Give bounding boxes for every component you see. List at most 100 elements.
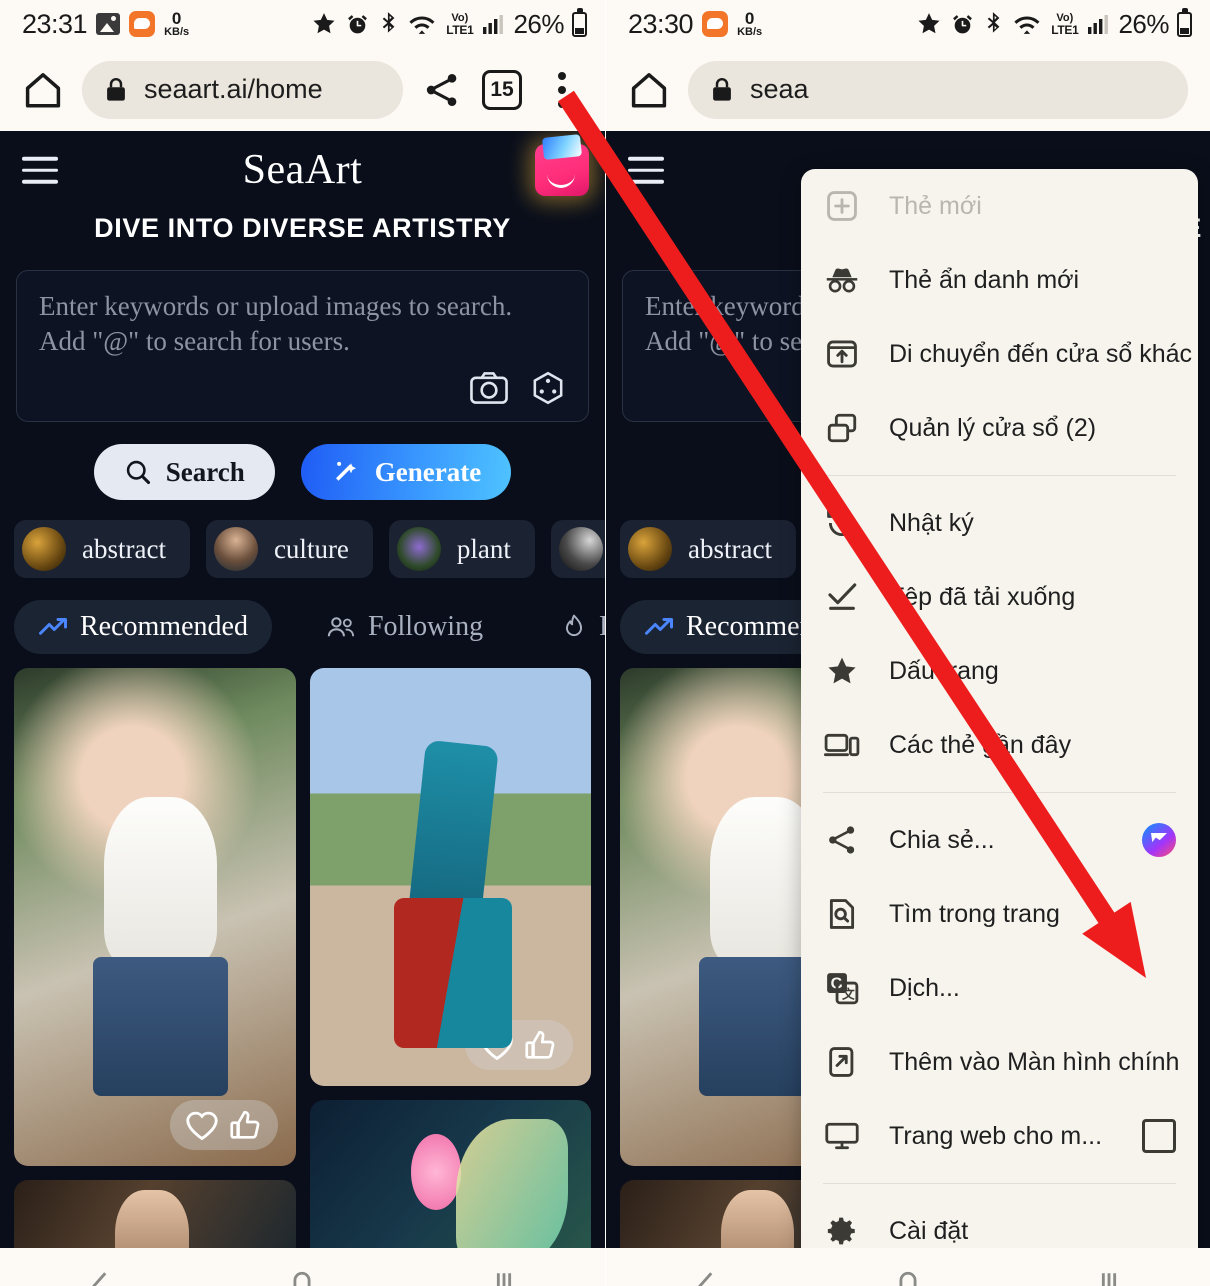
hamburger-menu-icon[interactable] [22, 156, 58, 184]
left-system-nav-bar [0, 1248, 605, 1286]
menu-item-bookmarks[interactable]: Dấu trang [801, 634, 1198, 708]
thumbs-up-icon[interactable] [523, 1028, 559, 1062]
network-speed-value: 0 [171, 9, 182, 28]
tab-recommended[interactable]: Recommended [14, 600, 272, 654]
new-tab-icon [823, 187, 861, 225]
hamburger-menu-icon[interactable] [628, 156, 664, 184]
battery-icon [1177, 7, 1192, 37]
wifi-icon [409, 16, 435, 34]
tag-chip-row[interactable]: abstract culture plant [14, 520, 605, 578]
alarm-icon [953, 14, 973, 33]
tag-chip[interactable]: abstract [620, 520, 796, 578]
feed-card[interactable] [14, 1180, 296, 1248]
tab-hot[interactable]: Hot [537, 600, 605, 654]
home-circle-icon[interactable] [285, 1269, 319, 1286]
network-speed-indicator: 0 KB/s [737, 10, 762, 38]
right-system-nav-bar [606, 1248, 1210, 1286]
desktop-site-checkbox[interactable] [1142, 1119, 1176, 1153]
incognito-icon [823, 261, 861, 299]
people-icon [327, 617, 354, 637]
left-phone-screenshot: 23:31 0 KB/s Vo) LTE1 26% seaart.ai/home… [0, 0, 605, 1286]
right-browser-toolbar: seaa [606, 48, 1210, 131]
magnifier-icon [126, 460, 150, 485]
page-title: SeaArt [242, 147, 363, 193]
recent-apps-icon[interactable] [487, 1269, 521, 1286]
recent-tabs-icon [823, 726, 861, 764]
thumbs-up-icon[interactable] [228, 1108, 264, 1142]
translate-icon: G文 [823, 969, 861, 1007]
camera-icon[interactable] [470, 371, 508, 405]
search-input[interactable]: Enter keywords or upload images to searc… [16, 270, 589, 422]
share-icon [823, 821, 861, 859]
menu-item-label: Dịch... [889, 973, 960, 1002]
tab-switcher-button[interactable]: 15 [481, 69, 523, 111]
status-bar-right-group: Vo) LTE1 26% [311, 7, 587, 40]
network-speed-unit: KB/s [737, 26, 763, 38]
tag-chip[interactable]: plant [388, 520, 535, 578]
home-icon[interactable] [22, 69, 64, 111]
menu-item-share[interactable]: Chia sẻ... [801, 803, 1198, 877]
menu-item-recent-tabs[interactable]: Các thẻ gần đây [801, 708, 1198, 782]
card-actions[interactable] [169, 1100, 278, 1150]
gift-bag-icon[interactable] [535, 144, 589, 196]
gear-icon [823, 1212, 861, 1248]
menu-item-label: Thẻ ẩn danh mới [889, 265, 1080, 294]
menu-item-downloads[interactable]: Tệp đã tải xuống [801, 560, 1198, 634]
menu-item-label: Dấu trang [889, 656, 999, 685]
search-button[interactable]: Search [93, 444, 275, 500]
dice-icon[interactable] [530, 371, 566, 405]
browser-overflow-menu[interactable]: Thẻ mới Thẻ ẩn danh mới Di chuyển đến cử… [801, 169, 1198, 1248]
status-bar-right-group: Vo) LTE1 26% [916, 7, 1192, 40]
menu-item-translate[interactable]: G文 Dịch... [801, 951, 1198, 1025]
menu-item-manage-windows[interactable]: Quản lý cửa sổ (2) [801, 391, 1198, 465]
menu-item-history[interactable]: Nhật ký [801, 486, 1198, 560]
tag-chip-partial[interactable] [550, 520, 605, 578]
generate-button[interactable]: Generate [300, 444, 512, 500]
card-actions[interactable] [465, 1020, 573, 1070]
url-bar[interactable]: seaart.ai/home [82, 60, 403, 119]
feed-column-right [309, 668, 591, 1248]
feed-tabs[interactable]: Recommended Following Hot [14, 600, 605, 654]
menu-item-settings[interactable]: Cài đặt [801, 1194, 1198, 1248]
overflow-menu-button[interactable] [541, 69, 583, 111]
home-circle-icon[interactable] [891, 1269, 925, 1286]
tab-following[interactable]: Following [302, 600, 507, 654]
tag-label: culture [273, 533, 349, 564]
url-bar[interactable]: seaa [688, 60, 1188, 119]
menu-item-label: Các thẻ gần đây [889, 730, 1072, 759]
heart-icon[interactable] [479, 1028, 515, 1062]
home-icon[interactable] [628, 69, 670, 111]
right-phone-screenshot: 23:30 0 KB/s Vo) LTE1 26% seaa Enter key… [605, 0, 1210, 1286]
menu-item-new-tab[interactable]: Thẻ mới [801, 169, 1198, 243]
menu-divider [823, 1183, 1176, 1184]
chat-icon [702, 11, 729, 37]
share-button[interactable] [421, 69, 463, 111]
menu-divider [823, 475, 1176, 476]
menu-item-desktop-site[interactable]: Trang web cho m... [801, 1099, 1198, 1173]
tag-chip[interactable]: abstract [14, 520, 190, 578]
battery-percent: 26% [1118, 8, 1169, 39]
menu-item-find-in-page[interactable]: Tìm trong trang [801, 877, 1198, 951]
star-icon [313, 13, 335, 34]
menu-item-new-incognito-tab[interactable]: Thẻ ẩn danh mới [801, 243, 1198, 317]
alarm-icon [348, 14, 368, 33]
feed-card[interactable] [14, 668, 296, 1166]
feed-card[interactable] [309, 1100, 591, 1248]
search-actions [470, 371, 566, 405]
menu-item-move-to-other-window[interactable]: Di chuyển đến cửa sổ khác [801, 317, 1198, 391]
trending-up-icon [39, 618, 67, 635]
dual-screenshot-comparison: 23:31 0 KB/s Vo) LTE1 26% seaart.ai/home… [0, 0, 1210, 1286]
tag-label: abstract [688, 533, 772, 564]
feed-card[interactable] [309, 668, 591, 1086]
tag-chip[interactable]: culture [205, 520, 373, 578]
back-chevron-icon[interactable] [690, 1269, 724, 1286]
menu-item-add-to-home-screen[interactable]: Thêm vào Màn hình chính [801, 1025, 1198, 1099]
recent-apps-icon[interactable] [1092, 1269, 1126, 1286]
menu-item-label: Trang web cho m... [889, 1121, 1103, 1150]
star-icon [918, 13, 940, 34]
back-chevron-icon[interactable] [84, 1269, 118, 1286]
tag-label: abstract [82, 533, 166, 564]
heart-icon[interactable] [184, 1108, 220, 1142]
messenger-badge-icon[interactable] [1142, 823, 1176, 857]
seaart-page-dimmed: DIVE Enter keywords or upload images to … [606, 131, 1210, 1248]
